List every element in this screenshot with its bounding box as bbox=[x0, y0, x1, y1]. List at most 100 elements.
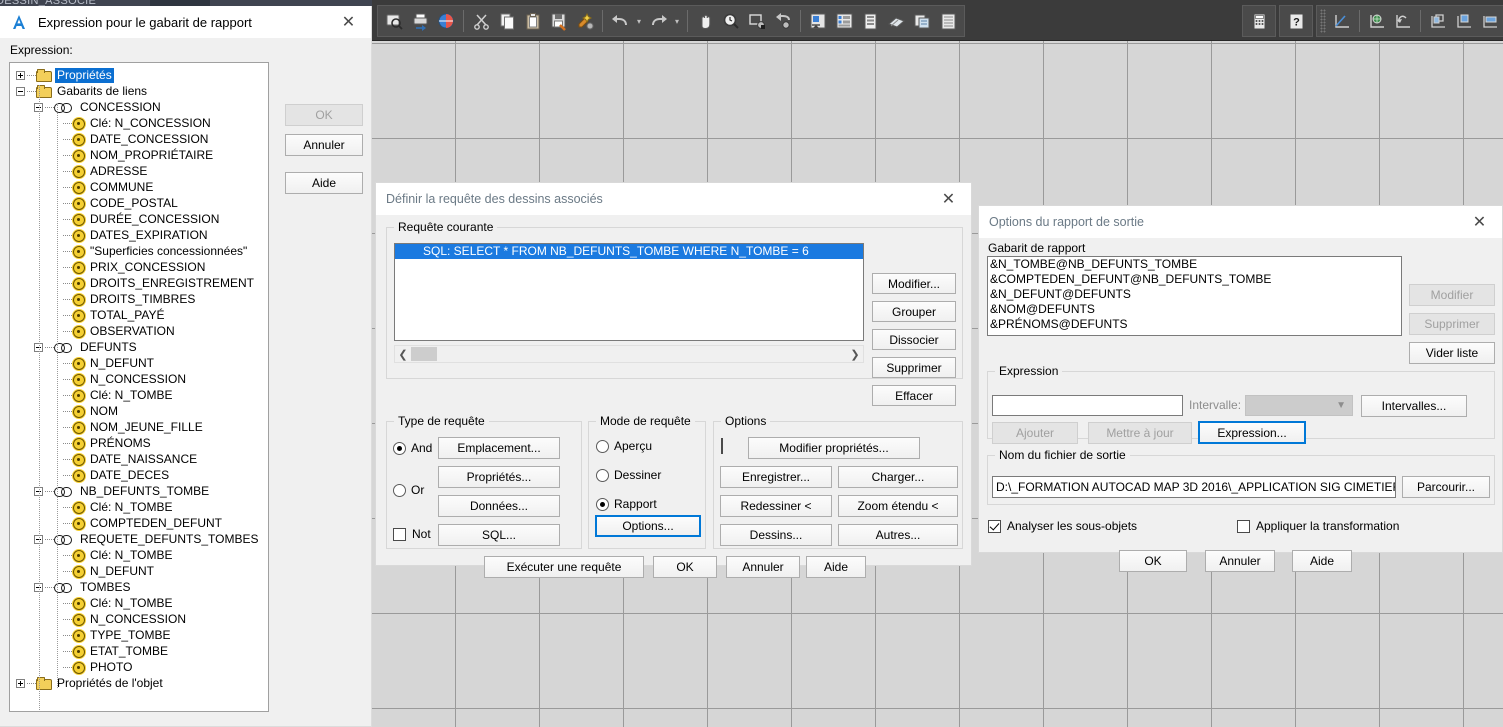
tree-item[interactable]: N_DEFUNT bbox=[10, 563, 268, 579]
tree-item[interactable]: NOM bbox=[10, 403, 268, 419]
template-list-item[interactable]: &COMPTEDEN_DEFUNT@NB_DEFUNTS_TOMBE bbox=[988, 272, 1401, 287]
drawings-button[interactable]: Dessins... bbox=[720, 524, 832, 546]
zoom-extents-button[interactable]: Zoom étendu < bbox=[838, 495, 958, 517]
report-help-button[interactable]: Aide bbox=[1292, 550, 1352, 572]
ucs-view-icon[interactable] bbox=[1477, 8, 1503, 34]
tree-item[interactable]: OBSERVATION bbox=[10, 323, 268, 339]
query-dialog-titlebar[interactable]: Définir la requête des dessins associés … bbox=[376, 183, 971, 215]
tree-item[interactable]: CODE_POSTAL bbox=[10, 195, 268, 211]
tree-item[interactable]: DEFUNTS bbox=[10, 339, 268, 355]
template-list-item[interactable]: &N_TOMBE@NB_DEFUNTS_TOMBE bbox=[988, 257, 1401, 272]
expand-icon[interactable] bbox=[16, 70, 25, 80]
expand-icon[interactable] bbox=[16, 678, 25, 688]
template-list-item[interactable]: &NOM@DEFUNTS bbox=[988, 302, 1401, 317]
chevron-right-icon[interactable]: ❯ bbox=[847, 348, 863, 361]
query-cancel-button[interactable]: Annuler bbox=[726, 556, 800, 578]
radio-and[interactable]: And bbox=[393, 441, 432, 455]
tree-item[interactable]: "Superficies concessionnées" bbox=[10, 243, 268, 259]
zoom-realtime-icon[interactable] bbox=[718, 8, 744, 34]
analyze-subobjects-box[interactable] bbox=[988, 519, 1001, 533]
chevron-left-icon[interactable]: ❮ bbox=[395, 348, 411, 361]
tree-item[interactable]: Propriétés de l'objet bbox=[10, 675, 268, 691]
plot-preview-icon[interactable] bbox=[381, 8, 407, 34]
markup-set-icon[interactable] bbox=[909, 8, 935, 34]
tree-item[interactable]: DATE_CONCESSION bbox=[10, 131, 268, 147]
tree-item[interactable]: N_DEFUNT bbox=[10, 355, 268, 371]
help-icon[interactable]: ? bbox=[1283, 8, 1309, 34]
hscroll-track[interactable] bbox=[411, 346, 847, 362]
checkbox-not[interactable]: Not bbox=[393, 527, 431, 541]
tree-item[interactable]: TYPE_TOMBE bbox=[10, 627, 268, 643]
execute-query-button[interactable]: Exécuter une requête bbox=[484, 556, 644, 578]
redo-dropdown-icon[interactable]: ▾ bbox=[671, 8, 683, 34]
ucs-face-icon[interactable] bbox=[1425, 8, 1451, 34]
tree-item[interactable]: Clé: N_TOMBE bbox=[10, 499, 268, 515]
browse-button[interactable]: Parcourir... bbox=[1402, 476, 1490, 498]
ucs-icon[interactable] bbox=[1329, 8, 1355, 34]
publish-icon[interactable] bbox=[433, 8, 459, 34]
expression-input[interactable] bbox=[992, 395, 1183, 416]
template-clear-list-button[interactable]: Vider liste bbox=[1409, 342, 1495, 364]
previous-ucs-icon[interactable] bbox=[1390, 8, 1416, 34]
tree-item[interactable]: N_CONCESSION bbox=[10, 611, 268, 627]
report-dialog-titlebar[interactable]: Options du rapport de sortie ✕ bbox=[979, 206, 1502, 238]
designcenter-icon[interactable] bbox=[831, 8, 857, 34]
report-template-list[interactable]: &N_TOMBE@NB_DEFUNTS_TOMBE &COMPTEDEN_DEFU… bbox=[987, 256, 1402, 336]
sheet-set-icon[interactable] bbox=[883, 8, 909, 34]
tree-item[interactable]: N_CONCESSION bbox=[10, 371, 268, 387]
tree-item[interactable]: DROITS_ENREGISTREMENT bbox=[10, 275, 268, 291]
others-button[interactable]: Autres... bbox=[838, 524, 958, 546]
template-modify-button[interactable]: Modifier bbox=[1409, 284, 1495, 306]
tree-item[interactable]: DATES_EXPIRATION bbox=[10, 227, 268, 243]
tool-palettes-icon[interactable] bbox=[857, 8, 883, 34]
redo-icon[interactable] bbox=[645, 8, 671, 34]
calculator-icon[interactable] bbox=[1246, 8, 1272, 34]
current-query-list[interactable]: SQL: SELECT * FROM NB_DEFUNTS_TOMBE WHER… bbox=[394, 243, 864, 341]
analyze-subobjects-checkbox[interactable]: Analyser les sous-objets bbox=[988, 519, 1137, 533]
tree-item[interactable]: DROITS_TIMBRES bbox=[10, 291, 268, 307]
group-button[interactable]: Grouper bbox=[872, 301, 956, 322]
tree-item[interactable]: Clé: N_CONCESSION bbox=[10, 115, 268, 131]
toolbar-grip-icon[interactable] bbox=[1320, 9, 1326, 33]
tree-item[interactable]: PRIX_CONCESSION bbox=[10, 259, 268, 275]
report-expression-button[interactable]: Expression... bbox=[1198, 421, 1306, 444]
delete-button[interactable]: Supprimer bbox=[872, 357, 956, 378]
cut-icon[interactable] bbox=[468, 8, 494, 34]
properties-palette-icon[interactable] bbox=[805, 8, 831, 34]
options-checkbox-box[interactable] bbox=[721, 438, 723, 454]
tree-item[interactable]: NOM_JEUNE_FILLE bbox=[10, 419, 268, 435]
tree-item[interactable]: Gabarits de liens bbox=[10, 83, 268, 99]
tree-item[interactable]: TOTAL_PAYÉ bbox=[10, 307, 268, 323]
location-button[interactable]: Emplacement... bbox=[438, 437, 560, 459]
undo-icon[interactable] bbox=[607, 8, 633, 34]
close-icon[interactable]: ✕ bbox=[326, 6, 371, 38]
update-button[interactable]: Mettre à jour bbox=[1088, 422, 1192, 444]
current-query-hscrollbar[interactable]: ❮ ❯ bbox=[394, 345, 864, 363]
pan-icon[interactable] bbox=[692, 8, 718, 34]
tree-item[interactable]: Clé: N_TOMBE bbox=[10, 547, 268, 563]
expression-dialog-titlebar[interactable]: Expression pour le gabarit de rapport ✕ bbox=[0, 6, 371, 38]
paste-icon[interactable] bbox=[520, 8, 546, 34]
copy-icon[interactable] bbox=[494, 8, 520, 34]
modify-button[interactable]: Modifier... bbox=[872, 273, 956, 294]
close-icon[interactable]: ✕ bbox=[1457, 206, 1502, 238]
match-properties-icon[interactable] bbox=[572, 8, 598, 34]
tree-item[interactable]: Clé: N_TOMBE bbox=[10, 387, 268, 403]
apply-transformation-checkbox[interactable]: Appliquer la transformation bbox=[1237, 519, 1399, 533]
tree-item[interactable]: NOM_PROPRIÉTAIRE bbox=[10, 147, 268, 163]
report-cancel-button[interactable]: Annuler bbox=[1205, 550, 1275, 572]
ok-button[interactable]: OK bbox=[285, 104, 363, 126]
help-button[interactable]: Aide bbox=[285, 172, 363, 194]
load-button[interactable]: Charger... bbox=[838, 466, 958, 488]
save-block-icon[interactable] bbox=[546, 8, 572, 34]
tree-item[interactable]: COMPTEDEN_DEFUNT bbox=[10, 515, 268, 531]
tree-item[interactable]: PHOTO bbox=[10, 659, 268, 675]
hscroll-thumb[interactable] bbox=[411, 347, 437, 361]
tree-item[interactable]: ADRESSE bbox=[10, 163, 268, 179]
radio-draw[interactable]: Dessiner bbox=[596, 468, 661, 482]
output-file-input[interactable]: D:\_FORMATION AUTOCAD MAP 3D 2016\_APPLI… bbox=[992, 476, 1396, 498]
tree-item[interactable]: PRÉNOMS bbox=[10, 435, 268, 451]
tree-item[interactable]: Propriétés bbox=[10, 67, 268, 83]
checkbox-not-box[interactable] bbox=[393, 527, 406, 541]
radio-or[interactable]: Or bbox=[393, 483, 424, 497]
